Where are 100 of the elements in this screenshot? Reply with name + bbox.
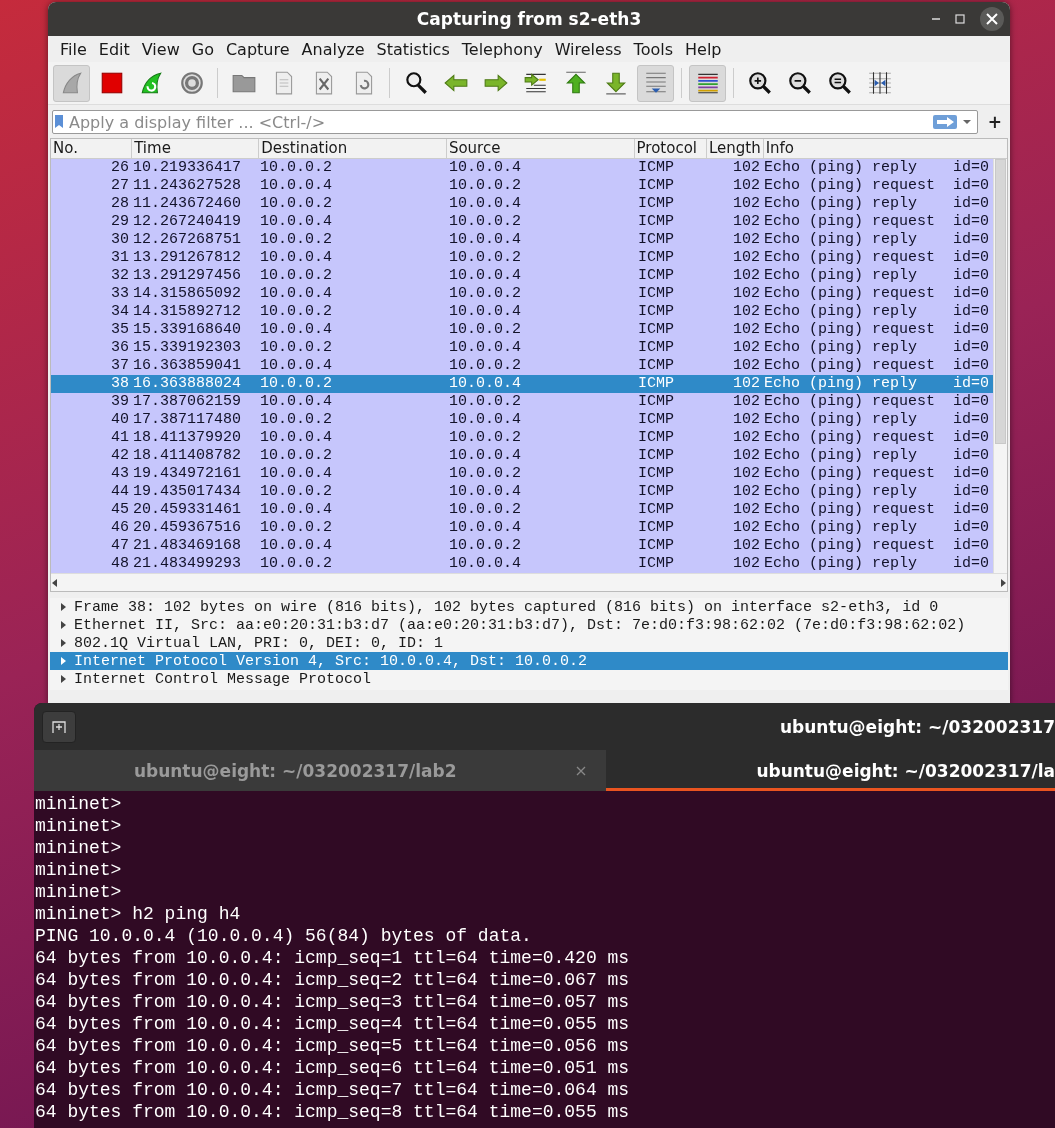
terminal-line: 64 bytes from 10.0.0.4: icmp_seq=2 ttl=64 time=0.067 ms	[35, 969, 631, 991]
column-header[interactable]: Protocol	[634, 139, 707, 158]
table-cell: Echo (ping) request id=0	[764, 213, 990, 230]
table-cell: 10.0.0.2	[260, 483, 332, 500]
column-header[interactable]: Destination	[259, 139, 447, 158]
table-cell: 11.243672460	[133, 195, 242, 212]
menu-item[interactable]: Analyze	[295, 39, 371, 59]
column-header[interactable]: Source	[446, 139, 635, 158]
menu-item[interactable]: Help	[679, 39, 728, 59]
packet-row[interactable]: 42 18.411408782 10.0.0.2 10.0.0.4 ICMP 102 Echo (ping) reply id=0	[51, 447, 993, 465]
table-cell: 15.339192303	[133, 339, 242, 356]
packet-row[interactable]: 48 21.483499293 10.0.0.2 10.0.0.4 ICMP 102 Echo (ping) reply id=0	[51, 555, 993, 573]
menu-item[interactable]: Wireless	[548, 39, 628, 59]
table-cell: 102	[733, 195, 760, 212]
table-cell: ICMP	[638, 231, 674, 248]
table-cell: 10.0.0.4	[449, 447, 521, 464]
packet-row[interactable]: 38 16.363888024 10.0.0.2 10.0.0.4 ICMP 102 Echo (ping) reply id=0	[51, 375, 993, 393]
start-capture-button[interactable]	[53, 64, 90, 102]
table-cell: 44	[111, 483, 129, 500]
packet-row[interactable]: 43 19.434972161 10.0.0.4 10.0.0.2 ICMP 102 Echo (ping) request id=0	[51, 465, 993, 483]
packet-row[interactable]: 30 12.267268751 10.0.0.2 10.0.0.4 ICMP 102 Echo (ping) reply id=0	[51, 231, 993, 249]
table-cell: 47	[111, 537, 129, 554]
menu-item[interactable]: Capture	[219, 39, 296, 59]
menu-item[interactable]: Go	[185, 39, 220, 59]
table-cell: ICMP	[638, 465, 674, 482]
table-cell: 41	[111, 429, 129, 446]
terminal-line: 64 bytes from 10.0.0.4: icmp_seq=5 ttl=64 time=0.056 ms	[35, 1035, 631, 1057]
table-cell: 26	[111, 159, 129, 176]
table-cell: 36	[111, 339, 129, 356]
packet-row[interactable]: 35 15.339168640 10.0.0.4 10.0.0.2 ICMP 102 Echo (ping) request id=0	[51, 321, 993, 339]
table-cell: 18.411408782	[133, 447, 242, 464]
add-filter-button[interactable]: +	[983, 112, 1006, 132]
menu-item[interactable]: File	[54, 39, 93, 59]
column-header[interactable]: No.	[51, 139, 133, 158]
packet-row[interactable]: 33 14.315865092 10.0.0.4 10.0.0.2 ICMP 102 Echo (ping) request id=0	[51, 285, 993, 303]
packet-row[interactable]: 37 16.363859041 10.0.0.4 10.0.0.2 ICMP 102 Echo (ping) request id=0	[51, 357, 993, 375]
table-cell: 10.0.0.2	[260, 519, 332, 536]
horizontal-scrollbar[interactable]	[51, 573, 1007, 591]
auto-scroll-button[interactable]	[637, 64, 674, 102]
menu-item[interactable]: Statistics	[370, 39, 456, 59]
detail-item[interactable]: Internet Control Message Protocol	[50, 670, 1008, 688]
table-cell: Echo (ping) request id=0	[764, 321, 990, 338]
table-cell: 102	[733, 213, 760, 230]
packet-row[interactable]: 36 15.339192303 10.0.0.2 10.0.0.4 ICMP 102 Echo (ping) reply id=0	[51, 339, 993, 357]
table-cell: 102	[733, 285, 760, 302]
packet-row[interactable]: 26 10.219336417 10.0.0.2 10.0.0.4 ICMP 102 Echo (ping) reply id=0	[51, 159, 993, 177]
table-cell: 48	[111, 555, 129, 572]
packet-row[interactable]: 44 19.435017434 10.0.0.2 10.0.0.4 ICMP 102 Echo (ping) reply id=0	[51, 483, 993, 501]
table-cell: 102	[733, 375, 760, 392]
new-tab-button[interactable]	[42, 710, 76, 743]
packet-row[interactable]: 32 13.291297456 10.0.0.2 10.0.0.4 ICMP 102 Echo (ping) reply id=0	[51, 267, 993, 285]
packet-row[interactable]: 41 18.411379920 10.0.0.4 10.0.0.2 ICMP 102 Echo (ping) request id=0	[51, 429, 993, 447]
vertical-scrollbar[interactable]	[993, 159, 1007, 573]
detail-item[interactable]: 802.1Q Virtual LAN, PRI: 0, DEI: 0, ID: 1	[50, 634, 1008, 652]
terminal-line: 64 bytes from 10.0.0.4: icmp_seq=3 ttl=64 time=0.057 ms	[35, 991, 631, 1013]
menu-item[interactable]: Edit	[92, 39, 136, 59]
colorize-button[interactable]	[689, 64, 726, 102]
terminal-tab[interactable]: ubuntu@eight: ~/032002317/la	[606, 750, 1055, 791]
table-cell: 10.0.0.4	[260, 393, 332, 410]
detail-text: 802.1Q Virtual LAN, PRI: 0, DEI: 0, ID: 1	[74, 634, 444, 652]
packet-row[interactable]: 29 12.267240419 10.0.0.4 10.0.0.2 ICMP 102 Echo (ping) request id=0	[51, 213, 993, 231]
table-cell: 10.0.0.2	[449, 321, 521, 338]
table-cell: 13.291267812	[133, 249, 242, 266]
menu-item[interactable]: Telephony	[455, 39, 549, 59]
table-cell: 102	[733, 303, 760, 320]
table-cell: Echo (ping) reply id=0	[764, 375, 990, 392]
packet-row[interactable]: 40 17.387117480 10.0.0.2 10.0.0.4 ICMP 102 Echo (ping) reply id=0	[51, 411, 993, 429]
table-cell: 10.0.0.4	[449, 303, 521, 320]
table-cell: 10.0.0.4	[449, 375, 521, 392]
table-cell: 14.315892712	[133, 303, 242, 320]
packet-row[interactable]: 34 14.315892712 10.0.0.2 10.0.0.4 ICMP 102 Echo (ping) reply id=0	[51, 303, 993, 321]
menu-item[interactable]: View	[135, 39, 186, 59]
display-filter-bar[interactable]: Apply a display filter ... <Ctrl-/>	[52, 110, 978, 134]
table-cell: 102	[733, 249, 760, 266]
table-cell: 10.0.0.4	[449, 195, 521, 212]
zoom-out-icon	[786, 70, 813, 96]
packet-row[interactable]: 47 21.483469168 10.0.0.4 10.0.0.2 ICMP 102 Echo (ping) request id=0	[51, 537, 993, 555]
table-cell: 10.0.0.2	[449, 465, 521, 482]
table-cell: ICMP	[638, 285, 674, 302]
scroll-right-icon	[999, 578, 1007, 587]
table-cell: 102	[733, 177, 760, 194]
detail-item[interactable]: Internet Protocol Version 4, Src: 10.0.0.4, Dst: 10.0.0.2	[50, 652, 1008, 670]
table-cell: Echo (ping) reply id=0	[764, 159, 990, 176]
column-header[interactable]: Time	[132, 139, 260, 158]
table-cell: 10.0.0.4	[449, 339, 521, 356]
packet-row[interactable]: 31 13.291267812 10.0.0.4 10.0.0.2 ICMP 102 Echo (ping) request id=0	[51, 249, 993, 267]
terminal-line: 64 bytes from 10.0.0.4: icmp_seq=7 ttl=64 time=0.064 ms	[35, 1079, 631, 1101]
packet-row[interactable]: 46 20.459367516 10.0.0.2 10.0.0.4 ICMP 102 Echo (ping) reply id=0	[51, 519, 993, 537]
menu-item[interactable]: Tools	[627, 39, 679, 59]
packet-row[interactable]: 28 11.243672460 10.0.0.2 10.0.0.4 ICMP 102 Echo (ping) reply id=0	[51, 195, 993, 213]
table-cell: 10.0.0.2	[260, 267, 332, 284]
terminal-tab[interactable]: ubuntu@eight: ~/032002317/lab2	[34, 750, 607, 791]
packet-row[interactable]: 27 11.243627528 10.0.0.4 10.0.0.2 ICMP 102 Echo (ping) request id=0	[51, 177, 993, 195]
column-header[interactable]: Info	[763, 139, 1007, 158]
packet-row[interactable]: 45 20.459331461 10.0.0.4 10.0.0.2 ICMP 102 Echo (ping) request id=0	[51, 501, 993, 519]
packet-row[interactable]: 39 17.387062159 10.0.0.4 10.0.0.2 ICMP 102 Echo (ping) request id=0	[51, 393, 993, 411]
table-cell: 102	[733, 483, 760, 500]
column-header[interactable]: Length	[706, 139, 764, 158]
detail-text: Internet Protocol Version 4, Src: 10.0.0.4, Dst: 10.0.0.2	[74, 652, 588, 670]
filter-input[interactable]: Apply a display filter ... <Ctrl-/>	[65, 112, 933, 132]
